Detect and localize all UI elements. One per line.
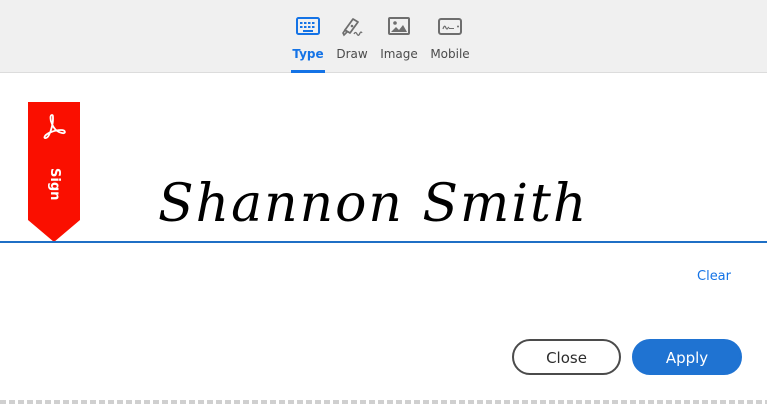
keyboard-icon [296, 17, 320, 35]
signature-method-tabbar: Type Draw Image Mobile [0, 0, 767, 73]
signature-dialog: Type Draw Image Mobile Sign Shannon Smit… [0, 0, 767, 404]
active-tab-indicator [291, 70, 325, 73]
tab-draw-label: Draw [336, 47, 368, 61]
apply-button[interactable]: Apply [632, 339, 742, 375]
typed-signature: Shannon Smith [158, 174, 589, 234]
image-icon [388, 17, 410, 35]
tab-draw[interactable]: Draw [335, 0, 369, 73]
signature-baseline [0, 241, 767, 243]
mobile-icon [438, 18, 462, 35]
clear-link[interactable]: Clear [697, 269, 731, 284]
tab-image-label: Image [380, 47, 418, 61]
tab-type-label: Type [292, 47, 324, 61]
close-button[interactable]: Close [512, 339, 621, 375]
tab-type[interactable]: Type [291, 0, 325, 73]
tab-image[interactable]: Image [380, 0, 418, 73]
tab-mobile[interactable]: Mobile [429, 0, 471, 73]
pen-icon [342, 18, 363, 37]
signature-preview[interactable]: Shannon Smith [0, 74, 767, 242]
document-edge [0, 400, 767, 404]
tab-mobile-label: Mobile [430, 47, 470, 61]
